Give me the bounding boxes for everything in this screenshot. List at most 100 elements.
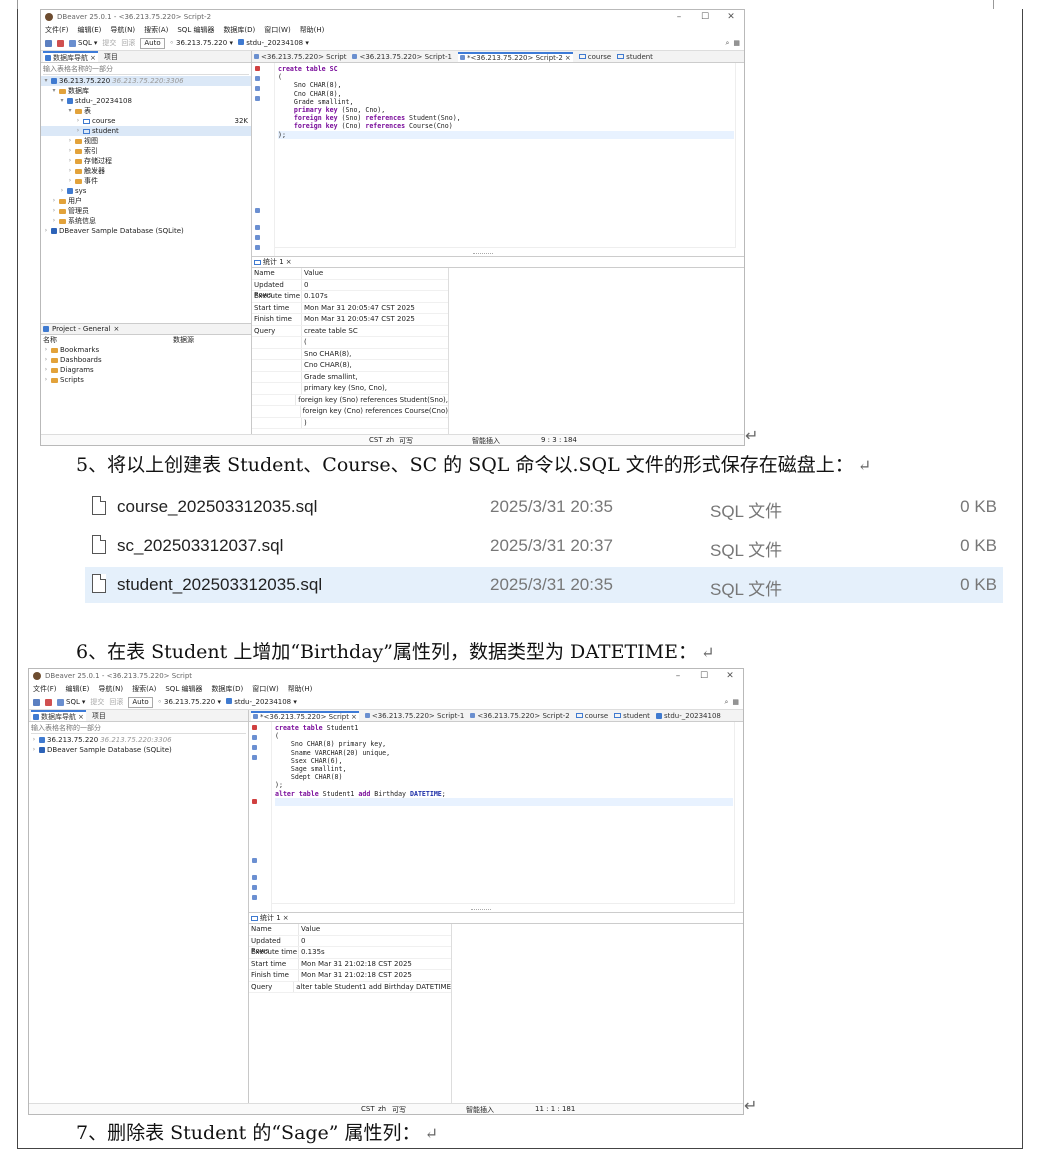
commit-button[interactable]: 提交 bbox=[102, 38, 116, 48]
table-row[interactable]: Finish time Mon Mar 31 21:02:18 CST 2025 bbox=[249, 970, 451, 982]
table-row[interactable]: foreign key (Sno) references Student(Sno… bbox=[252, 394, 448, 406]
search-icon[interactable]: ⌕ bbox=[725, 39, 729, 48]
disconnect-icon[interactable] bbox=[45, 698, 52, 706]
tree-users[interactable]: › 用户 bbox=[41, 196, 251, 206]
table-row[interactable]: Sno CHAR(8), bbox=[252, 348, 448, 360]
tab-database-navigator[interactable]: 数据库导航 × bbox=[43, 51, 98, 62]
explain-icon[interactable] bbox=[255, 86, 260, 91]
table-row[interactable]: Cno CHAR(8), bbox=[252, 360, 448, 372]
disconnect-icon[interactable] bbox=[57, 39, 64, 47]
search-icon[interactable]: ⌕ bbox=[724, 698, 728, 707]
tab-projects[interactable]: 项目 bbox=[92, 711, 106, 721]
tree-sample-db[interactable]: › DBeaver Sample Database (SQLite) bbox=[41, 226, 251, 236]
tab-script-1[interactable]: <36.213.75.220> Script-1 bbox=[364, 712, 464, 720]
sql-button[interactable]: SQL ▾ bbox=[69, 39, 97, 47]
project-diagrams[interactable]: › Diagrams bbox=[41, 365, 251, 375]
minimize-icon[interactable]: – bbox=[666, 12, 692, 22]
menu-search[interactable]: 搜索(A) bbox=[144, 25, 168, 35]
execute-script-icon[interactable] bbox=[252, 735, 257, 740]
table-row[interactable]: foreign key (Cno) references Course(Cno) bbox=[252, 406, 448, 418]
panels-icon[interactable] bbox=[252, 885, 257, 890]
editor-horizontal-scrollbar[interactable] bbox=[271, 903, 735, 912]
new-connection-icon[interactable] bbox=[45, 39, 52, 47]
file-row-course[interactable]: course_202503312035.sql 2025/3/31 20:35 … bbox=[85, 489, 1003, 525]
menu-help[interactable]: 帮助(H) bbox=[300, 25, 325, 35]
sql-button[interactable]: SQL ▾ bbox=[57, 698, 85, 706]
close-icon[interactable]: ✕ bbox=[717, 671, 743, 681]
sql-editor[interactable]: create table SC( Sno CHAR(8), Cno CHAR(8… bbox=[252, 63, 744, 258]
file-row-student[interactable]: student_202503312035.sql 2025/3/31 20:35… bbox=[85, 567, 1003, 603]
tab-script-2[interactable]: *<36.213.75.220> Script-2 × bbox=[457, 51, 573, 62]
tab-projects[interactable]: 项目 bbox=[104, 52, 118, 62]
settings-icon[interactable] bbox=[255, 208, 260, 213]
table-row[interactable]: Updated Rows 0 bbox=[249, 935, 451, 955]
menu-file[interactable]: 文件(F) bbox=[45, 25, 69, 35]
menu-edit[interactable]: 编辑(E) bbox=[66, 684, 90, 694]
tree-views[interactable]: › 视图 bbox=[41, 136, 251, 146]
menu-help[interactable]: 帮助(H) bbox=[288, 684, 313, 694]
navigator-filter-input[interactable]: 输入表格名称的一部分 bbox=[43, 64, 249, 75]
menu-search[interactable]: 搜索(A) bbox=[132, 684, 156, 694]
table-row[interactable]: Updated Rows 0 bbox=[252, 279, 448, 299]
perspective-icon[interactable]: ▦ bbox=[733, 39, 740, 48]
menu-database[interactable]: 数据库(D) bbox=[223, 25, 255, 35]
project-dashboards[interactable]: › Dashboards bbox=[41, 355, 251, 365]
navigator-filter-input[interactable]: 输入表格名称的一部分 bbox=[31, 723, 246, 734]
table-row[interactable]: Execute time 0.135s bbox=[249, 947, 451, 959]
table-row[interactable]: Finish time Mon Mar 31 20:05:47 CST 2025 bbox=[252, 314, 448, 326]
menu-navigate[interactable]: 导航(N) bbox=[98, 684, 123, 694]
table-row[interactable]: ( bbox=[252, 337, 448, 349]
format-icon[interactable] bbox=[255, 96, 260, 101]
format-icon[interactable] bbox=[252, 755, 257, 760]
minimize-icon[interactable]: – bbox=[665, 671, 691, 681]
auto-commit-toggle[interactable]: Auto bbox=[140, 37, 165, 49]
tree-table-student[interactable]: › student bbox=[41, 126, 251, 136]
tree-indexes[interactable]: › 索引 bbox=[41, 146, 251, 156]
perspective-icon[interactable]: ▦ bbox=[732, 698, 739, 707]
tab-student[interactable]: student bbox=[617, 53, 653, 61]
menu-sql-editor[interactable]: SQL 编辑器 bbox=[177, 25, 214, 35]
table-row[interactable]: Query alter table Student1 add Birthday D… bbox=[249, 981, 451, 993]
commit-button[interactable]: 提交 bbox=[90, 697, 104, 707]
table-row[interactable]: ) bbox=[252, 417, 448, 429]
explain-icon[interactable] bbox=[252, 745, 257, 750]
tree-connection[interactable]: › 36.213.75.220 36.213.75.220:3306 bbox=[29, 735, 248, 745]
editor-vertical-scrollbar[interactable] bbox=[734, 722, 743, 904]
tree-admins[interactable]: › 管理员 bbox=[41, 206, 251, 216]
execute-script-icon[interactable] bbox=[255, 76, 260, 81]
maximize-icon[interactable]: ☐ bbox=[692, 12, 718, 22]
auto-commit-toggle[interactable]: Auto bbox=[128, 696, 153, 708]
menu-window[interactable]: 窗口(W) bbox=[252, 684, 278, 694]
layout-icon[interactable] bbox=[255, 245, 260, 250]
tree-sample-db[interactable]: › DBeaver Sample Database (SQLite) bbox=[29, 745, 248, 755]
sql-editor[interactable]: create table Student1( Sno CHAR(8) prima… bbox=[249, 722, 743, 914]
tab-course[interactable]: course bbox=[578, 53, 611, 61]
outline-icon[interactable] bbox=[255, 225, 260, 230]
tree-system-info[interactable]: › 系统信息 bbox=[41, 216, 251, 226]
tree-schema[interactable]: ▾ stdu-_20234108 bbox=[41, 96, 251, 106]
file-row-sc[interactable]: sc_202503312037.sql 2025/3/31 20:37 SQL … bbox=[85, 528, 1003, 564]
menu-file[interactable]: 文件(F) bbox=[33, 684, 57, 694]
table-row[interactable]: Query create table SC bbox=[252, 325, 448, 337]
outline-icon[interactable] bbox=[252, 875, 257, 880]
tree-tables[interactable]: ▾ 表 bbox=[41, 106, 251, 116]
tree-databases[interactable]: ▾ 数据库 bbox=[41, 86, 251, 96]
menu-database[interactable]: 数据库(D) bbox=[211, 684, 243, 694]
tree-events[interactable]: › 事件 bbox=[41, 176, 251, 186]
table-row[interactable]: Grade smallint, bbox=[252, 371, 448, 383]
maximize-icon[interactable]: ☐ bbox=[691, 671, 717, 681]
table-row[interactable]: Start time Mon Mar 31 21:02:18 CST 2025 bbox=[249, 958, 451, 970]
schema-selector[interactable]: stdu-_20234108 ▾ bbox=[237, 39, 309, 47]
menu-navigate[interactable]: 导航(N) bbox=[110, 25, 135, 35]
results-tab[interactable]: 统计 1 × bbox=[249, 913, 743, 924]
tab-schema[interactable]: stdu-_20234108 bbox=[655, 712, 721, 720]
close-icon[interactable]: ✕ bbox=[718, 12, 744, 22]
tab-script-2[interactable]: <36.213.75.220> Script-2 bbox=[470, 712, 570, 720]
menu-sql-editor[interactable]: SQL 编辑器 bbox=[165, 684, 202, 694]
results-tab[interactable]: 统计 1 × bbox=[252, 257, 744, 268]
rollback-button[interactable]: 回滚 bbox=[121, 38, 135, 48]
menu-window[interactable]: 窗口(W) bbox=[264, 25, 290, 35]
panels-icon[interactable] bbox=[255, 235, 260, 240]
editor-vertical-scrollbar[interactable] bbox=[735, 63, 744, 248]
tree-connection[interactable]: ▾ 36.213.75.220 36.213.75.220:3306 bbox=[41, 76, 251, 86]
